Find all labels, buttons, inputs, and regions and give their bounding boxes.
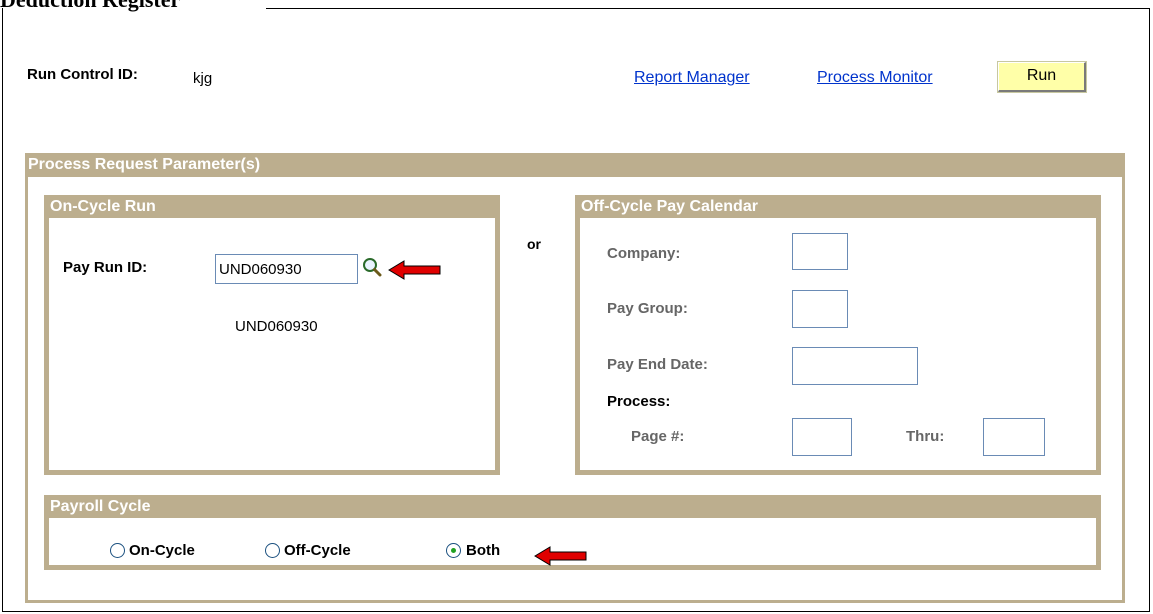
magnifier-lookup-icon[interactable] <box>361 256 383 278</box>
both-radio[interactable] <box>446 543 461 558</box>
red-arrow-icon <box>534 546 587 566</box>
run-button[interactable]: Run <box>998 62 1086 92</box>
pay-group-field[interactable] <box>792 290 848 328</box>
process-monitor-link[interactable]: Process Monitor <box>817 69 933 87</box>
pay-end-date-label: Pay End Date: <box>607 356 708 373</box>
process-label: Process: <box>607 393 671 410</box>
company-label: Company: <box>607 245 681 262</box>
pay-run-id-input[interactable] <box>215 254 358 284</box>
thru-label: Thru: <box>906 428 945 445</box>
company-field[interactable] <box>792 233 848 270</box>
off-cycle-radio-label[interactable]: Off-Cycle <box>284 542 351 559</box>
report-manager-link[interactable]: Report Manager <box>634 69 750 87</box>
on-cycle-run-title: On-Cycle Run <box>50 198 156 215</box>
off-cycle-radio[interactable] <box>265 543 280 558</box>
pay-run-id-description: UND060930 <box>235 318 318 335</box>
page-thru-field[interactable] <box>983 418 1045 456</box>
run-control-label: Run Control ID: <box>27 66 138 83</box>
page-number-label: Page #: <box>631 428 685 445</box>
both-radio-label[interactable]: Both <box>466 542 500 559</box>
red-arrow-icon <box>388 260 441 280</box>
on-cycle-radio-label[interactable]: On-Cycle <box>129 542 195 559</box>
pay-run-id-label: Pay Run ID: <box>63 259 148 276</box>
or-separator: or <box>527 236 541 252</box>
page-from-field[interactable] <box>792 418 852 456</box>
pay-group-label: Pay Group: <box>607 300 688 317</box>
process-request-parameters-title: Process Request Parameter(s) <box>28 156 261 173</box>
run-control-value: kjg <box>193 70 213 87</box>
on-cycle-radio[interactable] <box>110 543 125 558</box>
on-cycle-run-group: On-Cycle Run <box>44 195 500 475</box>
payroll-cycle-title: Payroll Cycle <box>50 498 151 515</box>
off-cycle-pay-calendar-title: Off-Cycle Pay Calendar <box>581 198 758 215</box>
pay-end-date-field[interactable] <box>792 347 918 385</box>
